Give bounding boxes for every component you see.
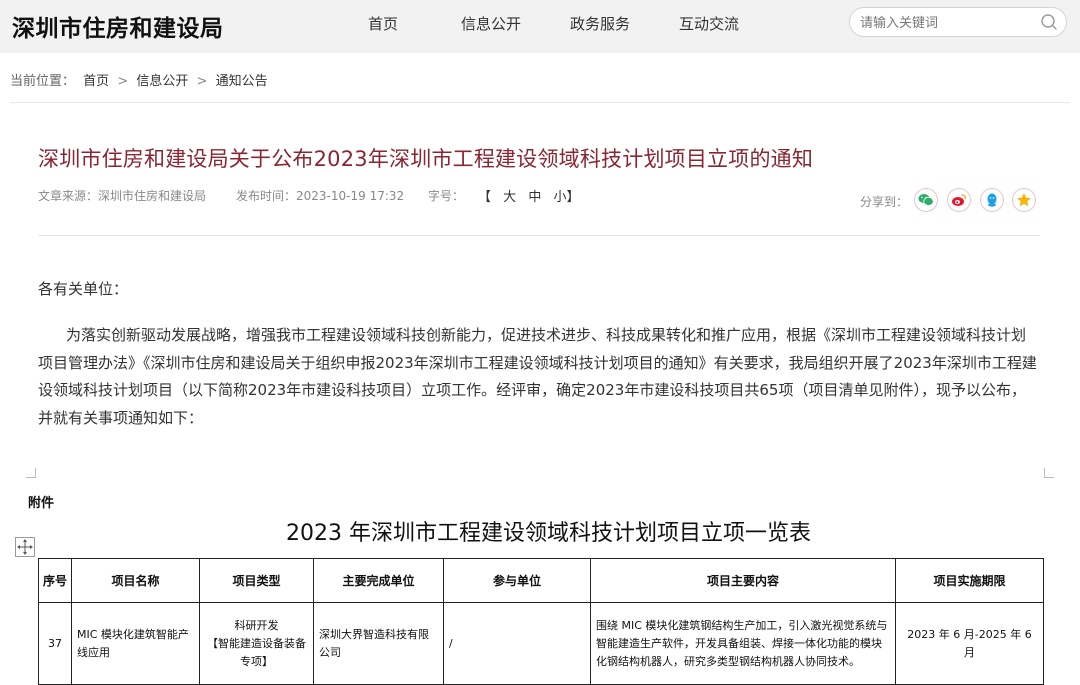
breadcrumb-home[interactable]: 首页 (83, 74, 109, 89)
col-header-participant: 参与单位 (443, 558, 591, 603)
date-value: 2023-10-19 17:32 (296, 189, 405, 203)
body-paragraph: 为落实创新驱动发展战略，增强我市工程建设领域科技创新能力，促进技术进步、科技成果… (38, 326, 1037, 427)
col-header-period: 项目实施期限 (895, 558, 1044, 603)
col-header-no: 序号 (38, 558, 72, 603)
fontsize-selector: 【 大 中 小】 (474, 186, 583, 205)
fontsize-label: 字号： (428, 189, 465, 203)
search-box (849, 7, 1067, 37)
nav-government-services[interactable]: 政务服务 (570, 13, 630, 34)
site-title[interactable]: 深圳市住房和建设局 (12, 9, 224, 43)
cell-participant: / (443, 602, 591, 685)
cell-period: 2023 年 6 月-2025 年 6 月 (895, 602, 1044, 685)
breadcrumb: 当前位置： 首页 > 信息公开 > 通知公告 (10, 70, 268, 89)
divider (38, 235, 1040, 236)
source-label: 文章来源： (38, 189, 99, 203)
table-row: 37 MIC 模块化建筑智能产线应用 科研开发 【智能建造设备装备专项】 深圳大… (38, 602, 1044, 685)
fontsize-large[interactable]: 大 (503, 190, 516, 205)
table-move-handle[interactable] (15, 537, 35, 557)
cell-type-line2: 【智能建造设备装备专项】 (207, 636, 306, 668)
cell-type: 科研开发 【智能建造设备装备专项】 (199, 602, 314, 685)
salutation: 各有关单位： (38, 280, 129, 298)
nav-info-disclosure[interactable]: 信息公开 (461, 13, 521, 34)
fontsize-medium[interactable]: 中 (528, 190, 541, 205)
divider (10, 102, 1070, 103)
search-input[interactable] (860, 14, 1035, 32)
col-header-content: 项目主要内容 (590, 558, 896, 603)
share-wechat-button[interactable] (914, 188, 938, 212)
page-corner-mark (1044, 468, 1054, 478)
article-date: 发布时间：2023-10-19 17:32 (236, 187, 404, 204)
source-value: 深圳市住房和建设局 (98, 189, 207, 203)
cell-name: MIC 模块化建筑智能产线应用 (71, 602, 200, 685)
breadcrumb-separator: > (196, 74, 208, 89)
cell-no: 37 (38, 602, 72, 685)
table-header-row: 序号 项目名称 项目类型 主要完成单位 参与单位 项目主要内容 项目实施期限 (38, 558, 1044, 603)
article-title: 深圳市住房和建设局关于公布2023年深圳市工程建设领域科技计划项目立项的通知 (38, 147, 814, 171)
fontsize-bracket-open: 【 (478, 190, 492, 205)
breadcrumb-prefix: 当前位置： (10, 74, 76, 89)
share-qq-button[interactable] (980, 188, 1004, 212)
fontsize-small[interactable]: 小】 (553, 190, 579, 205)
share-weibo-button[interactable] (947, 188, 971, 212)
qzone-icon (1017, 193, 1031, 207)
cell-type-line1: 科研开发 (234, 618, 279, 632)
share-label: 分享到： (860, 195, 909, 209)
article-source: 文章来源：深圳市住房和建设局 (38, 187, 206, 204)
project-table: 序号 项目名称 项目类型 主要完成单位 参与单位 项目主要内容 项目实施期限 3… (38, 558, 1044, 685)
col-header-unit: 主要完成单位 (313, 558, 444, 603)
qq-icon (987, 193, 997, 207)
site-header: 深圳市住房和建设局 首页 信息公开 政务服务 互动交流 (0, 0, 1080, 53)
col-header-name: 项目名称 (71, 558, 200, 603)
breadcrumb-info-disclosure[interactable]: 信息公开 (136, 74, 188, 89)
move-arrows-icon (17, 539, 33, 555)
wechat-icon (918, 194, 934, 206)
breadcrumb-notices[interactable]: 通知公告 (216, 74, 268, 89)
cell-content: 围绕 MIC 模块化建筑钢结构生产加工，引入激光视觉系统与智能建造生产软件，开发… (590, 602, 896, 685)
date-label: 发布时间： (236, 189, 297, 203)
breadcrumb-separator: > (117, 74, 129, 89)
share-qzone-button[interactable] (1012, 188, 1036, 212)
search-icon[interactable] (1040, 13, 1058, 31)
col-header-type: 项目类型 (199, 558, 314, 603)
weibo-icon (952, 194, 967, 206)
attachment-label: 附件 (28, 496, 55, 511)
table-title: 2023 年深圳市工程建设领域科技计划项目立项一览表 (286, 521, 811, 546)
nav-home[interactable]: 首页 (368, 13, 398, 34)
cell-unit: 深圳大界智造科技有限公司 (313, 602, 444, 685)
nav-interaction[interactable]: 互动交流 (679, 13, 739, 34)
page-corner-mark (26, 468, 36, 478)
